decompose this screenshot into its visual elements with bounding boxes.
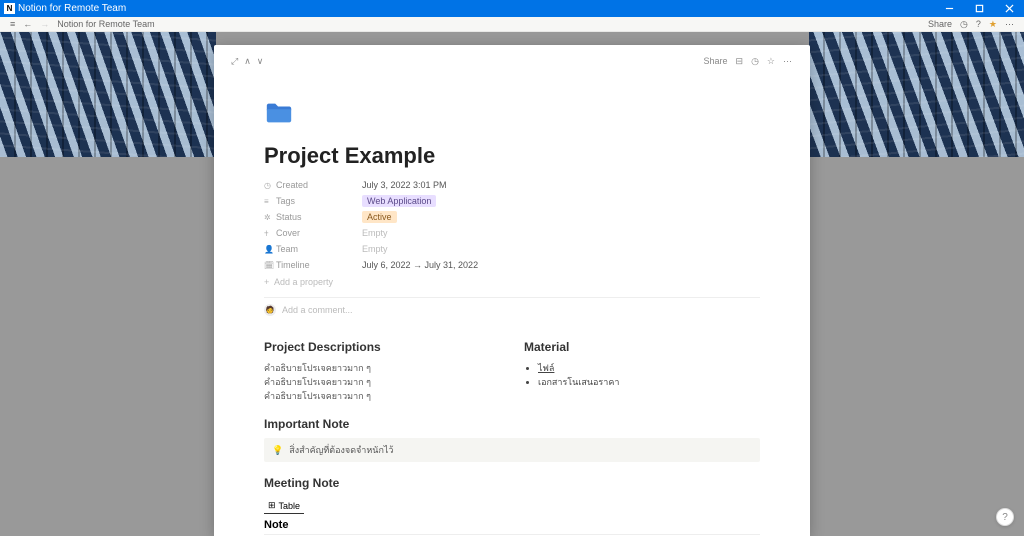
page-card: ⤢ ∧ ∨ Share ⊟ ◷ ☆ ⋯ Project Example ◷ Cr… [214,45,810,536]
page-star-icon[interactable]: ☆ [763,56,779,67]
page-more-icon[interactable]: ⋯ [779,56,796,67]
share-button[interactable]: Share [924,19,956,29]
window-minimize-button[interactable] [934,0,964,17]
status-icon: ✲ [264,213,274,222]
prop-team[interactable]: 👤 Team Empty [264,241,760,257]
prop-created-value: July 3, 2022 3:01 PM [362,180,447,190]
cover-image-left [0,32,216,157]
meeting-note-heading[interactable]: Meeting Note [264,476,760,490]
help-bubble-label: ? [1002,512,1008,523]
page-share-button[interactable]: Share [699,56,731,66]
forward-button[interactable]: → [36,19,53,29]
help-icon[interactable]: ? [972,19,985,29]
clock-icon[interactable]: ◷ [956,19,972,30]
app-toolbar: ≡ ← → Notion for Remote Team Share ◷ ? ★… [0,17,1024,32]
window-maximize-button[interactable] [964,0,994,17]
prop-status[interactable]: ✲ Status Active [264,209,760,225]
page-comments-icon[interactable]: ⊟ [732,56,748,67]
tag-active[interactable]: Active [362,211,397,223]
table-icon: ⊞ [268,500,276,511]
back-button[interactable]: ← [19,19,36,29]
page-title[interactable]: Project Example [264,143,760,169]
note-db-title[interactable]: Note [264,514,760,534]
project-descriptions-section: Project Descriptions คำอธิบายโปรเจคยาวมา… [264,340,500,403]
more-icon[interactable]: ⋯ [1001,19,1018,30]
important-note-text: สิ่งสำคัญที่ต้องจดจำหนักไว้ [289,443,393,457]
prop-timeline[interactable]: 🗓 Timeline July 6, 2022 → July 31, 2022 [264,257,760,273]
prop-tags-key: Tags [274,196,362,206]
table-view-label: Table [279,501,301,511]
page-pane: ⤢ ∧ ∨ Share ⊟ ◷ ☆ ⋯ Project Example ◷ Cr… [214,32,810,536]
window-close-button[interactable] [994,0,1024,17]
avatar-icon: 🧑 [264,304,276,316]
app-logo-icon: N [4,3,15,14]
meeting-note-database: ⊞ Table Note AaName ≡Tags 👤Team ◷Created… [264,498,760,536]
material-section: Material ไฟล์ เอกสารโนเสนอราคา [524,340,760,403]
prop-created-key: Created [274,180,362,190]
prop-created[interactable]: ◷ Created July 3, 2022 3:01 PM [264,177,760,193]
material-item-2[interactable]: เอกสารโนเสนอราคา [538,375,760,389]
link-icon: 𐠒 [264,228,274,239]
cover-image-right [809,32,1024,157]
prop-status-key: Status [274,212,362,222]
window-titlebar: N Notion for Remote Team [0,0,1024,17]
page-updates-icon[interactable]: ◷ [747,56,763,67]
prop-timeline-key: Timeline [274,260,362,270]
table-view-tab[interactable]: ⊞ Table [264,498,304,514]
plus-icon: + [264,277,274,287]
important-note-heading[interactable]: Important Note [264,417,760,431]
desc-line-1[interactable]: คำอธิบายโปรเจคยาวมาก ๆ [264,361,500,375]
expand-icon[interactable]: ⤢ [228,56,241,67]
prop-cover-key: Cover [274,228,362,238]
important-note-callout[interactable]: 💡 สิ่งสำคัญที่ต้องจดจำหนักไว้ [264,438,760,462]
person-icon: 👤 [264,245,274,254]
desc-line-3[interactable]: คำอธิบายโปรเจคยาวมาก ๆ [264,389,500,403]
comment-placeholder: Add a comment... [282,305,353,315]
project-descriptions-heading[interactable]: Project Descriptions [264,340,500,354]
prop-cover-value: Empty [362,228,388,238]
add-property-label: Add a property [274,277,333,287]
tag-web-application[interactable]: Web Application [362,195,436,207]
menu-icon[interactable]: ≡ [6,19,19,29]
prop-tags[interactable]: ≡ Tags Web Application [264,193,760,209]
page-icon-folder[interactable] [264,98,760,133]
page-card-tools: ⤢ ∧ ∨ Share ⊟ ◷ ☆ ⋯ [228,54,796,68]
prop-team-key: Team [274,244,362,254]
add-property-button[interactable]: + Add a property [264,273,760,291]
star-icon[interactable]: ★ [985,19,1001,30]
page-properties: ◷ Created July 3, 2022 3:01 PM ≡ Tags We… [264,177,760,291]
calendar-icon: 🗓 [264,261,274,270]
peek-up-icon[interactable]: ∧ [241,56,254,67]
breadcrumb[interactable]: Notion for Remote Team [53,19,154,29]
desc-line-2[interactable]: คำอธิบายโปรเจคยาวมาก ๆ [264,375,500,389]
prop-timeline-value: July 6, 2022 → July 31, 2022 [362,260,478,270]
comment-input-row[interactable]: 🧑 Add a comment... [264,297,760,322]
clock-icon: ◷ [264,181,274,190]
prop-cover[interactable]: 𐠒 Cover Empty [264,225,760,241]
material-item-1[interactable]: ไฟล์ [538,361,760,375]
lightbulb-icon: 💡 [272,445,283,456]
material-heading[interactable]: Material [524,340,760,354]
window-title: Notion for Remote Team [18,3,934,14]
help-bubble-button[interactable]: ? [996,508,1014,526]
prop-team-value: Empty [362,244,388,254]
tags-icon: ≡ [264,197,274,206]
peek-down-icon[interactable]: ∨ [254,56,267,67]
